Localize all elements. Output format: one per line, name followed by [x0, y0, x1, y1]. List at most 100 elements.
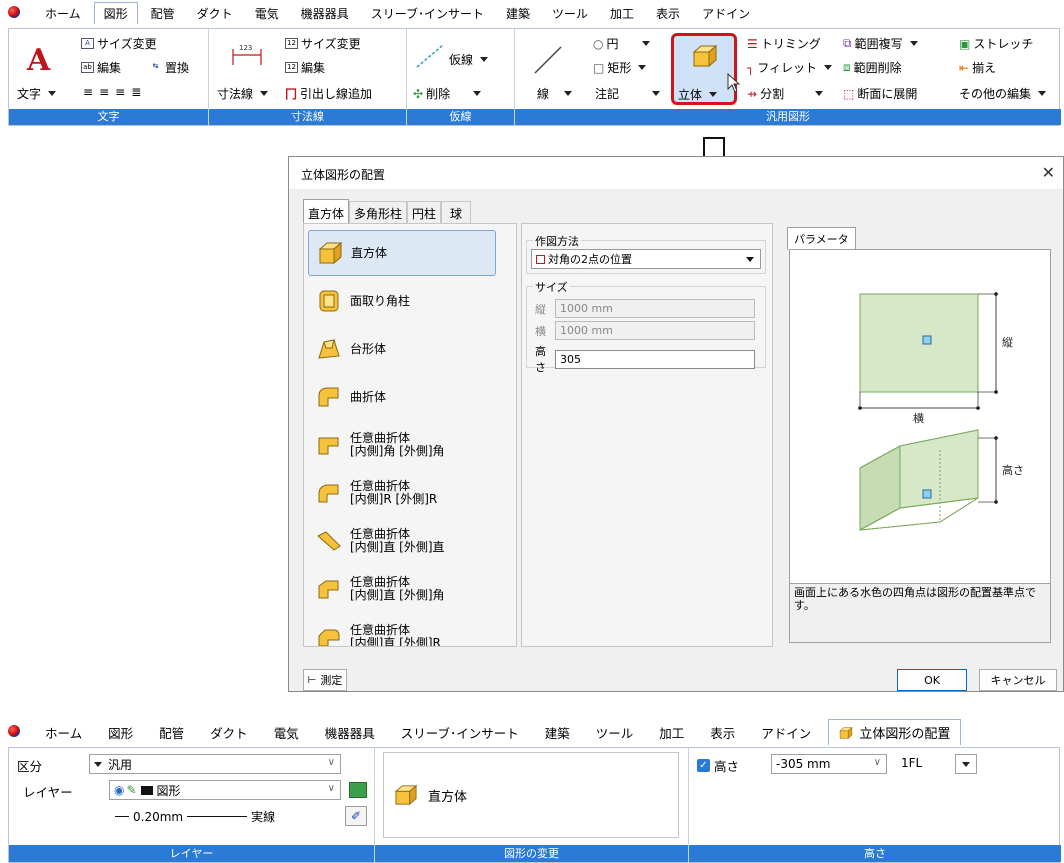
fillet-button[interactable]: ┐ フィレット	[747, 59, 832, 76]
dim-edit-button[interactable]: 12 編集	[285, 59, 325, 76]
menu2-zukei[interactable]: 図形	[99, 721, 142, 744]
group-label-general: 汎用図形	[515, 109, 1061, 125]
text-replace-button[interactable]: ↹ 置換	[149, 59, 189, 76]
solid-dropdown-button[interactable]: 立体	[678, 86, 718, 103]
split-button[interactable]: ⇸ 分割	[747, 85, 824, 102]
shape-item-chamfered-prism[interactable]: 面取り角柱	[308, 278, 496, 324]
fillet-icon: ┐	[747, 60, 755, 75]
tate-input[interactable]: 1000 mm	[555, 299, 755, 318]
menu2-kakou[interactable]: 加工	[650, 721, 693, 744]
circle-button[interactable]: ○ 円	[593, 35, 650, 52]
align-left-icon[interactable]: ≡	[83, 85, 93, 99]
solid-button-highlight[interactable]: 立体	[671, 33, 737, 105]
tab-parameter[interactable]: パラメータ	[787, 227, 856, 250]
menu2-kenchiku[interactable]: 建築	[536, 721, 579, 744]
menu-kakou[interactable]: 加工	[601, 3, 643, 24]
menu2-kiki[interactable]: 機器器具	[316, 721, 384, 744]
temp-delete-button[interactable]: ✣ 削除	[413, 85, 482, 102]
app-logo-icon[interactable]	[8, 725, 22, 739]
text-dropdown-button[interactable]: 文字	[17, 85, 57, 102]
text-edit-button[interactable]: ab 編集	[81, 59, 121, 76]
dim-edit-icon: 12	[285, 62, 298, 73]
menu2-duct[interactable]: ダクト	[201, 721, 257, 744]
menu-duct[interactable]: ダクト	[188, 3, 242, 24]
temp-line-icon[interactable]	[415, 43, 445, 69]
text-align-buttons[interactable]: ≡ ≡ ≡ ≣	[83, 85, 141, 99]
height-value-input[interactable]: -305 mm ∨	[771, 754, 887, 774]
text-large-icon[interactable]: A	[27, 43, 50, 78]
menu2-home[interactable]: ホーム	[36, 721, 91, 744]
leader-add-button[interactable]: ⼌ 引出し線追加	[285, 85, 372, 102]
group-general-shape: ○ 円 □ 矩形 線 注記 ☰ トリミング ┐ フィレット ⇸ 分割 ⧉ 範囲複…	[515, 29, 1061, 125]
align-button[interactable]: ⇤ 揃え	[959, 59, 996, 76]
shape-item-arbitrary-bent-5[interactable]: 任意曲折体 [内側]直 [外側]R	[308, 614, 496, 646]
tab-sphere[interactable]: 球	[441, 201, 472, 225]
menu-denki[interactable]: 電気	[246, 3, 288, 24]
menu2-hyouji[interactable]: 表示	[701, 721, 744, 744]
dim-resize-button[interactable]: 12 サイズ変更	[285, 35, 361, 52]
shape-item-arbitrary-bent-3[interactable]: 任意曲折体 [内側]直 [外側]直	[308, 518, 496, 564]
menu2-denki[interactable]: 電気	[265, 721, 308, 744]
close-icon[interactable]: ✕	[1042, 163, 1055, 182]
menu-kiki[interactable]: 機器器具	[292, 3, 358, 24]
shape-item-arbitrary-bent-1[interactable]: 任意曲折体 [内側]角 [外側]角	[308, 422, 496, 468]
menu-home[interactable]: ホーム	[36, 3, 90, 24]
yoko-input[interactable]: 1000 mm	[555, 321, 755, 340]
section-expand-button[interactable]: ⬚ 断面に展開	[843, 85, 917, 102]
menu-sleeve[interactable]: スリーブ･インサート	[362, 3, 493, 24]
kubun-select[interactable]: 汎用 ∨	[89, 754, 341, 774]
tab-cylinder[interactable]: 円柱	[407, 201, 442, 225]
other-edit-button[interactable]: その他の編集	[959, 85, 1047, 102]
note-button[interactable]: 注記	[595, 85, 661, 102]
ok-button[interactable]: OK	[897, 669, 967, 691]
height-input[interactable]: 305	[555, 349, 755, 369]
line-dropdown-button[interactable]: 線	[537, 85, 573, 102]
checkbox-checked-icon[interactable]: ✓	[697, 759, 710, 772]
shape-item-trapezoid[interactable]: 台形体	[308, 326, 496, 372]
text-resize-button[interactable]: A サイズ変更	[81, 35, 157, 52]
shape-item-bent[interactable]: 曲折体	[308, 374, 496, 420]
chevron-down-icon: ∨	[327, 783, 335, 794]
align-right-icon[interactable]: ≡	[115, 85, 125, 99]
chevron-down-icon	[962, 761, 970, 767]
shape-item-cuboid[interactable]: 直方体	[308, 230, 496, 276]
tab-place-solid[interactable]: 立体図形の配置	[828, 719, 962, 745]
line-tool-icon[interactable]	[533, 45, 563, 75]
arbitrary-bent-straight-icon	[317, 531, 341, 551]
dimension-line-icon[interactable]: 123	[229, 41, 265, 67]
layer-select[interactable]: ◉ ✎ 図形 ∨	[109, 780, 341, 800]
tab-cuboid[interactable]: 直方体	[303, 199, 350, 225]
brush-icon[interactable]: ✐	[345, 806, 367, 826]
menu2-addin[interactable]: アドイン	[752, 721, 820, 744]
menu-addin[interactable]: アドイン	[693, 3, 759, 24]
menu-tool[interactable]: ツール	[543, 3, 597, 24]
layer-manager-icon[interactable]	[349, 782, 367, 798]
tab-polygon-prism[interactable]: 多角形柱	[349, 201, 408, 225]
menu-hyouji[interactable]: 表示	[647, 3, 689, 24]
shape-item-arbitrary-bent-2[interactable]: 任意曲折体 [内側]R [外側]R	[308, 470, 496, 516]
menu-haikan[interactable]: 配管	[142, 3, 184, 24]
stretch-button[interactable]: ▣ ストレッチ	[959, 35, 1033, 52]
height-checkbox[interactable]: ✓ 高さ	[697, 756, 739, 775]
measure-button[interactable]: ⊢ 測定	[303, 669, 347, 691]
range-delete-button[interactable]: ⧈ 範囲削除	[843, 59, 902, 76]
menu-kenchiku[interactable]: 建築	[497, 3, 539, 24]
line-style-display[interactable]: 0.20mm 実線	[115, 808, 275, 825]
trim-button[interactable]: ☰ トリミング	[747, 35, 821, 52]
menu-zukei[interactable]: 図形	[93, 2, 138, 24]
floor-dropdown-button[interactable]	[955, 754, 977, 774]
range-copy-button[interactable]: ⧉ 範囲複写	[843, 35, 918, 52]
menu2-sleeve[interactable]: スリーブ･インサート	[392, 721, 528, 744]
dimension-dropdown-button[interactable]: 寸法線	[217, 85, 269, 102]
menu2-tool[interactable]: ツール	[587, 721, 643, 744]
temp-line-button[interactable]: 仮線	[449, 51, 489, 68]
menu2-haikan[interactable]: 配管	[150, 721, 193, 744]
rect-button[interactable]: □ 矩形	[593, 59, 647, 76]
cancel-button[interactable]: キャンセル	[979, 669, 1057, 691]
method-select[interactable]: 対角の2点の位置	[531, 249, 761, 269]
shape-change-button[interactable]: 直方体	[383, 752, 679, 838]
align-justify-icon[interactable]: ≣	[131, 85, 141, 99]
align-center-icon[interactable]: ≡	[99, 85, 109, 99]
app-logo-icon[interactable]	[8, 6, 22, 20]
shape-item-arbitrary-bent-4[interactable]: 任意曲折体 [内側]直 [外側]角	[308, 566, 496, 612]
